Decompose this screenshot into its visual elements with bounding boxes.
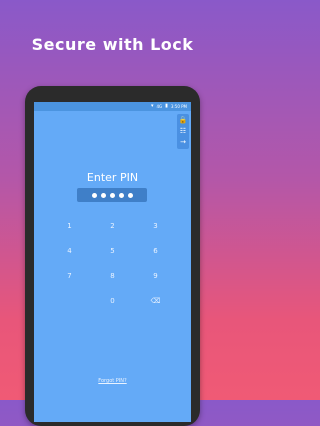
pin-dot bbox=[127, 192, 133, 198]
headline: Secure with Lock bbox=[31, 35, 194, 54]
battery-icon: ▮ bbox=[165, 103, 168, 109]
key-5[interactable]: 5 bbox=[91, 242, 134, 260]
status-bar: ▾ 4G ▮ 3:50 PM bbox=[34, 102, 191, 111]
phone-screen: ▾ 4G ▮ 3:50 PM 🔒 ☷ → Enter PIN 123 456 789… bbox=[34, 102, 191, 422]
key-2[interactable]: 2 bbox=[91, 217, 134, 235]
pin-field[interactable] bbox=[77, 188, 147, 202]
forgot-pin-link[interactable]: Forgot PIN? bbox=[34, 378, 191, 384]
network-label: 4G bbox=[156, 104, 163, 109]
grid-icon[interactable]: ☷ bbox=[177, 127, 189, 136]
pin-dot bbox=[100, 192, 106, 198]
key-0[interactable]: 0 bbox=[91, 292, 134, 310]
keypad: 1 2 3 4 5 6 7 8 9 0 ⌫ bbox=[48, 217, 177, 310]
status-time: 3:50 PM bbox=[170, 104, 187, 109]
pin-dot bbox=[91, 192, 97, 198]
key-9[interactable]: 9 bbox=[134, 267, 177, 285]
key-8[interactable]: 8 bbox=[91, 267, 134, 285]
wifi-icon: ▾ bbox=[150, 103, 154, 109]
arrow-right-icon[interactable]: → bbox=[177, 138, 189, 147]
side-toolbar: 🔒 ☷ → bbox=[177, 114, 189, 149]
lock-icon[interactable]: 🔒 bbox=[177, 116, 189, 125]
phone-frame: ▾ 4G ▮ 3:50 PM 🔒 ☷ → Enter PIN 123 456 789… bbox=[25, 86, 200, 426]
key-4[interactable]: 4 bbox=[48, 242, 91, 260]
pin-dot bbox=[118, 192, 124, 198]
key-7[interactable]: 7 bbox=[48, 267, 91, 285]
backspace-icon[interactable]: ⌫ bbox=[134, 292, 177, 310]
pin-dot bbox=[109, 192, 115, 198]
key-6[interactable]: 6 bbox=[134, 242, 177, 260]
enter-pin-label: Enter PIN bbox=[86, 171, 139, 184]
key-1[interactable]: 1 bbox=[48, 217, 91, 235]
key-3[interactable]: 3 bbox=[134, 217, 177, 235]
